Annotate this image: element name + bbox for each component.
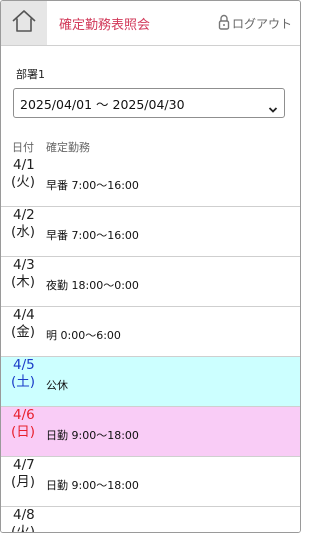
row-date: 4/2 — [13, 207, 35, 223]
home-button[interactable] — [1, 1, 47, 45]
row-date: 4/5 — [13, 357, 35, 373]
row-date: 4/8 — [13, 507, 35, 523]
period-select-value: 2025/04/01 〜 2025/04/30 — [20, 96, 185, 112]
period-select[interactable]: 2025/04/01 〜 2025/04/30 — [13, 88, 285, 118]
table-row[interactable]: 4/7 (月) 日勤 9:00〜18:00 — [1, 457, 300, 507]
row-shift: 日勤 9:00〜18:00 — [46, 429, 139, 442]
column-header-shift: 確定勤務 — [46, 141, 90, 154]
row-date-cell: 4/5 (土) — [11, 357, 45, 391]
row-date: 4/6 — [13, 407, 35, 423]
logout-label: ログアウト — [231, 17, 292, 31]
table-row[interactable]: 4/1 (火) 早番 7:00〜16:00 — [1, 157, 300, 207]
row-weekday: (金) — [11, 324, 36, 340]
table-row[interactable]: 4/2 (水) 早番 7:00〜16:00 — [1, 207, 300, 257]
row-shift: 早番 7:00〜16:00 — [46, 229, 139, 242]
row-date-cell: 4/4 (金) — [11, 307, 45, 341]
row-weekday: (日) — [11, 424, 36, 440]
lock-icon — [218, 14, 232, 33]
schedule-list: 4/1 (火) 早番 7:00〜16:00 4/2 (水) 早番 7:00〜16… — [1, 157, 300, 533]
row-weekday: (月) — [11, 474, 36, 490]
department-label: 部署1 — [16, 68, 45, 81]
page-title: 確定勤務表照会 — [59, 18, 151, 33]
row-shift: 早番 7:00〜16:00 — [46, 179, 139, 192]
row-date-cell: 4/8 (火) — [11, 507, 45, 533]
row-date: 4/1 — [13, 157, 35, 173]
row-date-cell: 4/6 (日) — [11, 407, 45, 441]
chevron-down-icon — [268, 99, 278, 118]
row-shift: 日勤 9:00〜18:00 — [46, 479, 139, 492]
table-row[interactable]: 4/4 (金) 明 0:00〜6:00 — [1, 307, 300, 357]
row-date: 4/4 — [13, 307, 35, 323]
table-header: 日付 確定勤務 — [1, 135, 300, 158]
column-header-date: 日付 — [12, 141, 34, 154]
table-row[interactable]: 4/3 (木) 夜勤 18:00〜0:00 — [1, 257, 300, 307]
row-date-cell: 4/1 (火) — [11, 157, 45, 191]
row-weekday: (木) — [11, 274, 36, 290]
home-icon — [11, 9, 37, 37]
row-shift: 夜勤 18:00〜0:00 — [46, 279, 139, 292]
row-shift: 明 0:00〜6:00 — [46, 329, 121, 342]
table-row[interactable]: 4/5 (土) 公休 — [1, 357, 300, 407]
row-shift: 公休 — [46, 379, 68, 392]
row-weekday: (火) — [11, 524, 36, 533]
app-frame: 確定勤務表照会 ログアウト 部署1 2025/04/01 〜 2025/04/3… — [0, 0, 301, 533]
logout-button[interactable]: ログアウト — [218, 14, 292, 33]
row-date-cell: 4/7 (月) — [11, 457, 45, 491]
header-bar: 確定勤務表照会 ログアウト — [1, 1, 300, 46]
table-row[interactable]: 4/8 (火) — [1, 507, 300, 533]
row-date: 4/3 — [13, 257, 35, 273]
row-weekday: (火) — [11, 174, 36, 190]
row-date: 4/7 — [13, 457, 35, 473]
row-date-cell: 4/3 (木) — [11, 257, 45, 291]
row-weekday: (水) — [11, 224, 36, 240]
table-row[interactable]: 4/6 (日) 日勤 9:00〜18:00 — [1, 407, 300, 457]
row-weekday: (土) — [11, 374, 36, 390]
row-date-cell: 4/2 (水) — [11, 207, 45, 241]
